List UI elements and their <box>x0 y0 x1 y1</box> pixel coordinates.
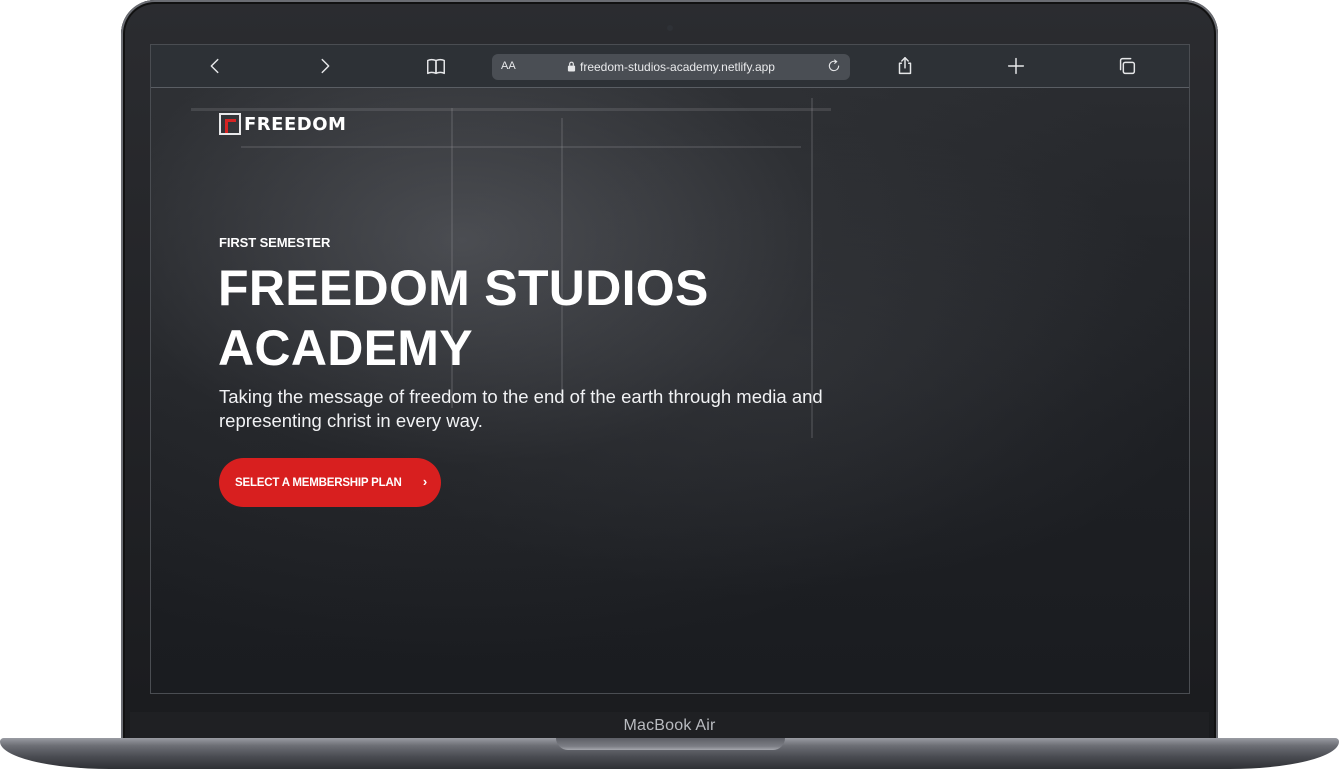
hero-subtitle: Taking the message of freedom to the end… <box>219 386 823 431</box>
cta-label: SELECT A MEMBERSHIP PLAN <box>235 476 402 489</box>
share-icon <box>898 57 912 75</box>
lid-notch <box>556 738 785 750</box>
tabs-icon <box>1119 57 1136 75</box>
hero-section: FREEDOM FIRST SEMESTER FREEDOM STUDIOS A… <box>151 88 1189 693</box>
camera <box>667 25 673 31</box>
new-tab-button[interactable] <box>1003 53 1029 79</box>
bookmarks-button[interactable] <box>423 53 449 79</box>
back-button[interactable] <box>202 53 228 79</box>
laptop-mockup: MacBook Air AA freedom-studios-academy.n… <box>0 0 1339 769</box>
chevron-right-icon <box>321 58 330 74</box>
model-label: MacBook Air <box>623 717 716 734</box>
browser-window: AA freedom-studios-academy.netlify.app F… <box>150 44 1190 694</box>
bg-truss <box>191 108 831 111</box>
logo-mark-icon <box>219 113 241 135</box>
hero-title: FREEDOM STUDIOS ACADEMY <box>218 260 709 376</box>
plus-icon <box>1007 57 1025 75</box>
tabs-button[interactable] <box>1114 53 1140 79</box>
url-text: freedom-studios-academy.netlify.app <box>580 60 775 74</box>
site-logo[interactable]: FREEDOM <box>219 112 346 136</box>
forward-button[interactable] <box>312 53 338 79</box>
share-button[interactable] <box>892 53 918 79</box>
select-membership-plan-button[interactable]: SELECT A MEMBERSHIP PLAN › <box>219 458 441 507</box>
address-bar[interactable]: AA freedom-studios-academy.netlify.app <box>492 54 850 80</box>
reload-icon <box>828 59 840 72</box>
chevron-left-icon <box>210 58 219 74</box>
browser-toolbar: AA freedom-studios-academy.netlify.app <box>151 45 1189 88</box>
lock-icon <box>567 61 576 72</box>
bg-truss <box>241 146 801 148</box>
logo-text: FREEDOM <box>244 113 347 135</box>
text-size-button[interactable]: AA <box>501 60 516 72</box>
reload-button[interactable] <box>826 58 844 76</box>
hero-eyebrow: FIRST SEMESTER <box>219 235 331 250</box>
book-icon <box>427 58 445 75</box>
chevron-right-icon: › <box>422 474 427 489</box>
